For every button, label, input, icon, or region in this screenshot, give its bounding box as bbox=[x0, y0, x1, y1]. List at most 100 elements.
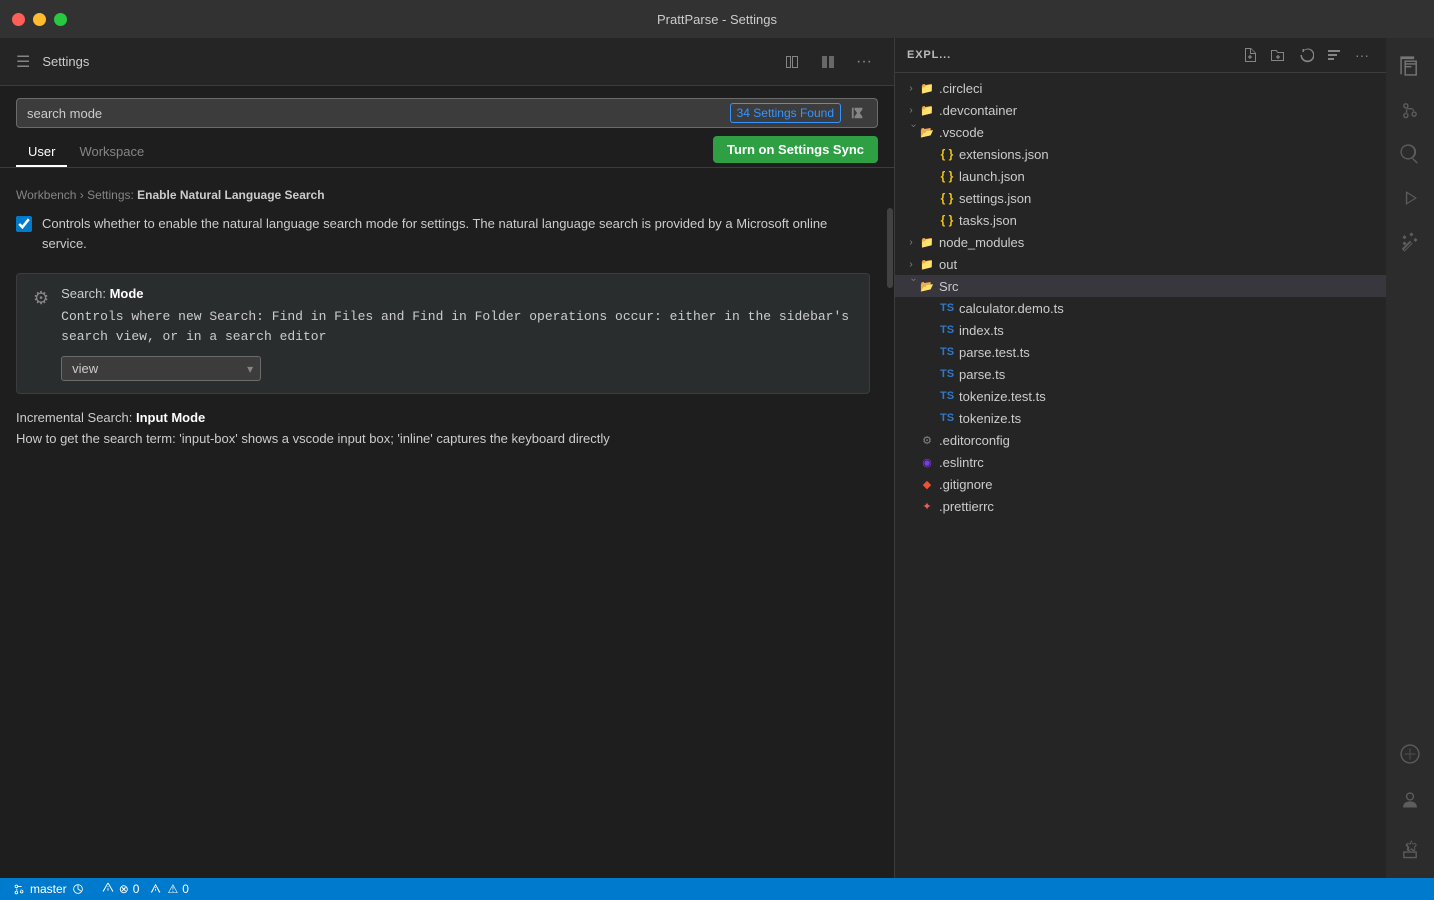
scrollbar-track bbox=[886, 168, 894, 878]
tree-item-launch-json[interactable]: { } launch.json bbox=[895, 165, 1386, 187]
right-activity-bar bbox=[1386, 38, 1434, 878]
folder-icon: 📁 bbox=[919, 234, 935, 250]
explorer-more-button[interactable]: ··· bbox=[1350, 43, 1374, 67]
setting-title-bold-1: Enable Natural Language Search bbox=[137, 188, 324, 202]
header-actions: ··· bbox=[778, 48, 878, 76]
prettier-icon: ✦ bbox=[919, 498, 935, 514]
typescript-icon: TS bbox=[939, 300, 955, 316]
activity-search-icon[interactable] bbox=[1390, 134, 1430, 174]
typescript-icon: TS bbox=[939, 322, 955, 338]
folder-open-icon: 📂 bbox=[919, 278, 935, 294]
clear-search-button[interactable] bbox=[849, 104, 867, 122]
search-results-badge: 34 Settings Found bbox=[730, 103, 841, 123]
git-branch-name: master bbox=[30, 882, 67, 896]
more-actions-button[interactable]: ··· bbox=[850, 48, 878, 76]
incremental-desc: How to get the search term: 'input-box' … bbox=[16, 429, 870, 449]
setting-group-incremental: Incremental Search: Input Mode How to ge… bbox=[16, 410, 870, 449]
minimize-button[interactable] bbox=[33, 13, 46, 26]
activity-run-icon[interactable] bbox=[1390, 178, 1430, 218]
activity-remote-icon[interactable] bbox=[1390, 734, 1430, 774]
activity-copy-icon[interactable] bbox=[1390, 46, 1430, 86]
sync-button[interactable]: Turn on Settings Sync bbox=[713, 136, 878, 163]
explorer-actions: ··· bbox=[1238, 43, 1374, 67]
tree-item-tokenize-ts[interactable]: TS tokenize.ts bbox=[895, 407, 1386, 429]
natural-language-checkbox[interactable] bbox=[16, 216, 32, 232]
incremental-title: Incremental Search: Input Mode bbox=[16, 410, 870, 425]
folder-open-icon: 📂 bbox=[919, 124, 935, 140]
new-file-button[interactable] bbox=[1238, 43, 1262, 67]
json-icon: { } bbox=[939, 146, 955, 162]
tree-item-parse-ts[interactable]: TS parse.ts bbox=[895, 363, 1386, 385]
collapse-all-button[interactable] bbox=[1322, 43, 1346, 67]
split-editor-button[interactable] bbox=[814, 48, 842, 76]
activity-source-control-icon[interactable] bbox=[1390, 90, 1430, 130]
open-to-side-button[interactable] bbox=[778, 48, 806, 76]
setting-card-body: Search: Mode Controls where new Search: … bbox=[61, 286, 853, 381]
errors-item[interactable]: ⊗ 0 ⚠ 0 bbox=[97, 882, 193, 896]
explorer-title: EXPL... bbox=[907, 49, 1238, 61]
tree-item-gitignore[interactable]: ◆ .gitignore bbox=[895, 473, 1386, 495]
search-input[interactable] bbox=[27, 106, 722, 121]
tree-item-index-ts[interactable]: TS index.ts bbox=[895, 319, 1386, 341]
explorer-sidebar: EXPL... bbox=[895, 38, 1386, 878]
setting-card-title: Search: Mode bbox=[61, 286, 853, 301]
new-folder-button[interactable] bbox=[1266, 43, 1290, 67]
setting-card-desc: Controls where new Search: Find in Files… bbox=[61, 307, 853, 346]
json-icon: { } bbox=[939, 212, 955, 228]
setting-group-natural-language: Workbench › Settings: Enable Natural Lan… bbox=[16, 188, 870, 257]
refresh-button[interactable] bbox=[1294, 43, 1318, 67]
settings-title: Settings bbox=[42, 54, 89, 69]
setting-item-1: Controls whether to enable the natural l… bbox=[16, 210, 870, 257]
setting-card-search-mode: ⚙ Search: Mode Controls where new Search… bbox=[16, 273, 870, 394]
activity-extensions-icon[interactable] bbox=[1390, 222, 1430, 262]
tree-item-circleci[interactable]: › 📁 .circleci bbox=[895, 77, 1386, 99]
incremental-bold: Input Mode bbox=[136, 410, 205, 425]
app-container: ☰ Settings ··· bbox=[0, 38, 1434, 878]
git-icon: ◆ bbox=[919, 476, 935, 492]
tree-item-vscode[interactable]: › 📂 .vscode bbox=[895, 121, 1386, 143]
tree-item-prettierrc[interactable]: ✦ .prettierrc bbox=[895, 495, 1386, 517]
activity-settings-icon[interactable] bbox=[1390, 830, 1430, 870]
git-branch-item[interactable]: master bbox=[8, 882, 89, 896]
settings-search-area: 34 Settings Found bbox=[0, 86, 894, 128]
tree-item-extensions-json[interactable]: { } extensions.json bbox=[895, 143, 1386, 165]
eslint-icon: ◉ bbox=[919, 454, 935, 470]
tree-item-node-modules[interactable]: › 📁 node_modules bbox=[895, 231, 1386, 253]
tab-user[interactable]: User bbox=[16, 138, 67, 167]
tree-item-calculator-demo[interactable]: TS calculator.demo.ts bbox=[895, 297, 1386, 319]
setting-breadcrumb-1: Workbench › Settings: Enable Natural Lan… bbox=[16, 188, 870, 202]
tree-item-src[interactable]: › 📂 Src bbox=[895, 275, 1386, 297]
typescript-icon: TS bbox=[939, 388, 955, 404]
tree-item-settings-json[interactable]: { } settings.json bbox=[895, 187, 1386, 209]
natural-language-desc: Controls whether to enable the natural l… bbox=[42, 214, 870, 253]
search-mode-select[interactable]: view reuseEditor newEditor bbox=[61, 356, 261, 381]
tree-item-out[interactable]: › 📁 out bbox=[895, 253, 1386, 275]
chevron-down-icon: › bbox=[903, 278, 919, 294]
tree-item-editorconfig[interactable]: ⚙ .editorconfig bbox=[895, 429, 1386, 451]
tree-item-eslintrc[interactable]: ◉ .eslintrc bbox=[895, 451, 1386, 473]
tree-item-devcontainer[interactable]: › 📁 .devcontainer bbox=[895, 99, 1386, 121]
tree-item-tokenize-test[interactable]: TS tokenize.test.ts bbox=[895, 385, 1386, 407]
json-icon: { } bbox=[939, 168, 955, 184]
status-bar: master ⊗ 0 ⚠ 0 bbox=[0, 878, 1434, 900]
settings-tabs: User Workspace Turn on Settings Sync bbox=[0, 128, 894, 168]
errors-count: ⊗ bbox=[119, 882, 129, 896]
gear-file-icon: ⚙ bbox=[919, 432, 935, 448]
activity-account-icon[interactable] bbox=[1390, 782, 1430, 822]
scrollbar-thumb[interactable] bbox=[887, 208, 893, 288]
tree-item-parse-test[interactable]: TS parse.test.ts bbox=[895, 341, 1386, 363]
maximize-button[interactable] bbox=[54, 13, 67, 26]
setting-gear-icon: ⚙ bbox=[33, 288, 49, 309]
tab-workspace[interactable]: Workspace bbox=[67, 138, 156, 167]
hamburger-icon: ☰ bbox=[16, 52, 30, 72]
explorer-header: EXPL... bbox=[895, 38, 1386, 73]
warnings-count: ⚠ bbox=[167, 882, 178, 896]
search-mode-select-wrapper: view reuseEditor newEditor ▾ bbox=[61, 356, 261, 381]
typescript-icon: TS bbox=[939, 344, 955, 360]
typescript-icon: TS bbox=[939, 410, 955, 426]
settings-title-area: ☰ Settings bbox=[16, 52, 89, 72]
folder-icon: 📁 bbox=[919, 256, 935, 272]
close-button[interactable] bbox=[12, 13, 25, 26]
chevron-right-icon: › bbox=[903, 234, 919, 250]
tree-item-tasks-json[interactable]: { } tasks.json bbox=[895, 209, 1386, 231]
